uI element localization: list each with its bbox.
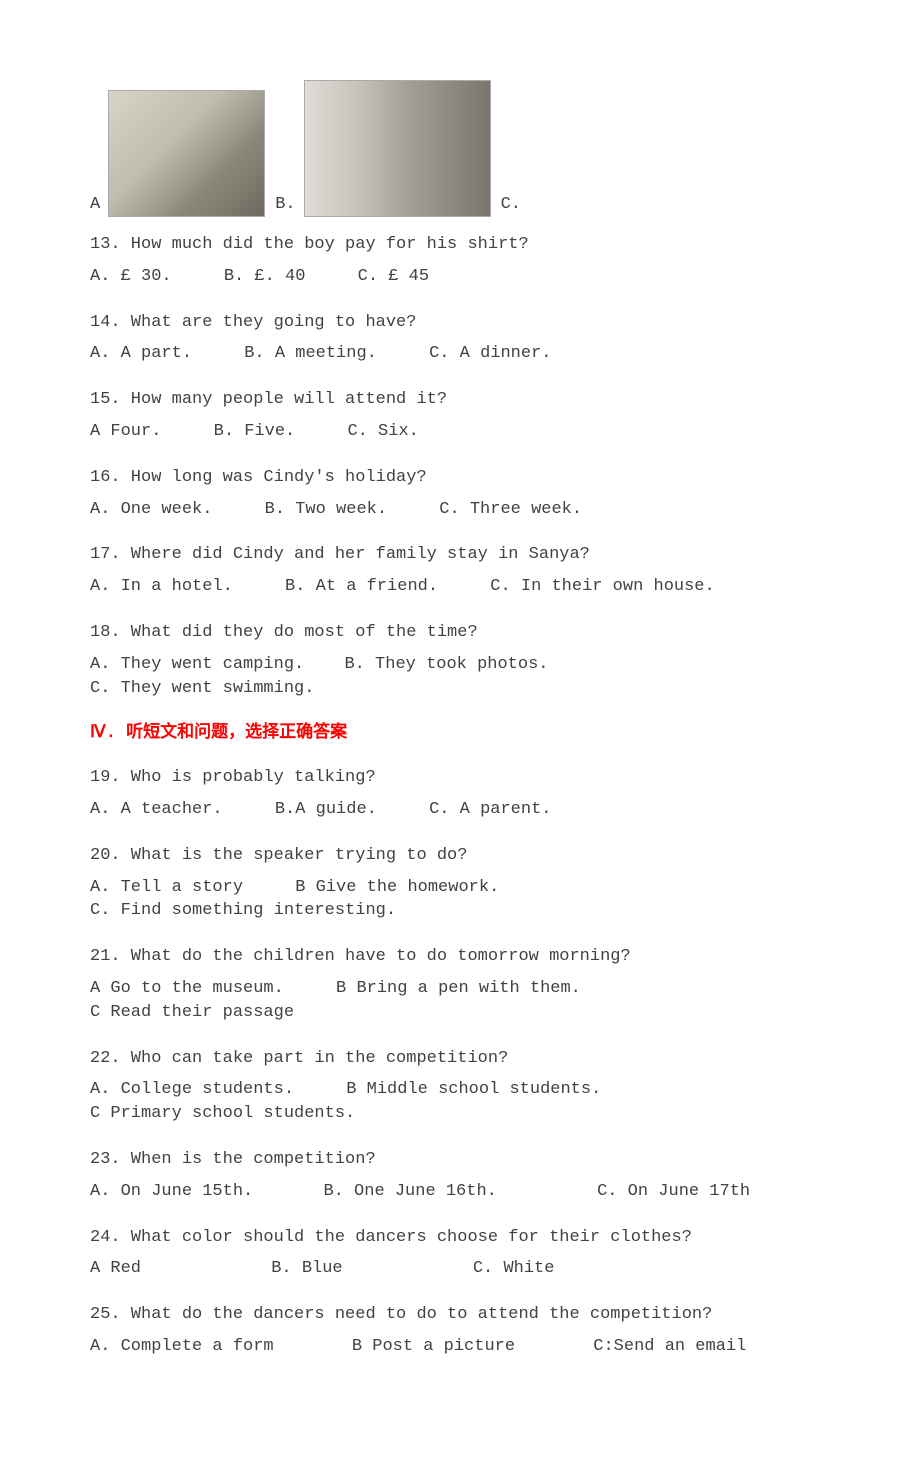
option-a: A. A teacher. bbox=[90, 798, 223, 822]
option-b: B. They took photos. bbox=[344, 653, 548, 677]
question-18: 18. What did they do most of the time? A… bbox=[90, 621, 830, 700]
question-14: 14. What are they going to have? A. A pa… bbox=[90, 311, 830, 367]
question-21: 21. What do the children have to do tomo… bbox=[90, 945, 830, 1024]
option-a: A. One week. bbox=[90, 498, 212, 522]
option-a: A Go to the museum. bbox=[90, 977, 284, 1001]
question-prompt: 17. Where did Cindy and her family stay … bbox=[90, 543, 830, 567]
option-c: C. They went swimming. bbox=[90, 677, 314, 701]
question-prompt: 24. What color should the dancers choose… bbox=[90, 1226, 830, 1250]
image-label-b: B. bbox=[275, 193, 295, 217]
question-22: 22. Who can take part in the competition… bbox=[90, 1047, 830, 1126]
question-options: A. £ 30. B. £. 40 C. £ 45 bbox=[90, 265, 830, 289]
question-16: 16. How long was Cindy's holiday? A. One… bbox=[90, 466, 830, 522]
option-c: C. Three week. bbox=[439, 498, 582, 522]
question-24: 24. What color should the dancers choose… bbox=[90, 1226, 830, 1282]
question-prompt: 23. When is the competition? bbox=[90, 1148, 830, 1172]
question-options: A. A teacher. B.A guide. C. A parent. bbox=[90, 798, 830, 822]
window-scene-image-icon bbox=[304, 80, 491, 217]
option-a: A. College students. bbox=[90, 1078, 294, 1102]
option-b: B. £. 40 bbox=[224, 265, 306, 289]
option-c: C. £ 45 bbox=[358, 265, 429, 289]
option-c: C. On June 17th bbox=[597, 1180, 750, 1204]
question-15: 15. How many people will attend it? A Fo… bbox=[90, 388, 830, 444]
question-prompt: 20. What is the speaker trying to do? bbox=[90, 844, 830, 868]
image-label-c: C. bbox=[501, 193, 521, 217]
option-a: A. In a hotel. bbox=[90, 575, 233, 599]
option-a: A. Complete a form bbox=[90, 1335, 274, 1359]
question-prompt: 22. Who can take part in the competition… bbox=[90, 1047, 830, 1071]
option-a: A. Tell a story bbox=[90, 876, 243, 900]
question-23: 23. When is the competition? A. On June … bbox=[90, 1148, 830, 1204]
option-b: B. Five. bbox=[214, 420, 296, 444]
question-20: 20. What is the speaker trying to do? A.… bbox=[90, 844, 830, 923]
question-prompt: 21. What do the children have to do tomo… bbox=[90, 945, 830, 969]
question-options: A. On June 15th. B. One June 16th. C. On… bbox=[90, 1180, 830, 1204]
option-b: B Bring a pen with them. bbox=[336, 977, 581, 1001]
option-c: C Primary school students. bbox=[90, 1102, 355, 1126]
question-13: 13. How much did the boy pay for his shi… bbox=[90, 233, 830, 289]
question-prompt: 15. How many people will attend it? bbox=[90, 388, 830, 412]
question-options: A Four. B. Five. C. Six. bbox=[90, 420, 830, 444]
question-options: A. Tell a story B Give the homework. C. … bbox=[90, 876, 830, 924]
option-a: A. On June 15th. bbox=[90, 1180, 253, 1204]
option-c: C:Send an email bbox=[593, 1335, 746, 1359]
option-c: C. White bbox=[473, 1257, 555, 1281]
option-b: B. Blue bbox=[271, 1257, 342, 1281]
option-b: B Post a picture bbox=[352, 1335, 515, 1359]
option-b: B. A meeting. bbox=[244, 342, 377, 366]
image-option-c: C. bbox=[501, 193, 529, 217]
option-b: B. Two week. bbox=[265, 498, 387, 522]
question-options: A Red B. Blue C. White bbox=[90, 1257, 830, 1281]
image-option-a: A bbox=[90, 90, 265, 217]
option-c: C Read their passage bbox=[90, 1001, 294, 1025]
option-b: B. One June 16th. bbox=[323, 1180, 496, 1204]
option-b: B. At a friend. bbox=[285, 575, 438, 599]
question-17: 17. Where did Cindy and her family stay … bbox=[90, 543, 830, 599]
option-a: A. £ 30. bbox=[90, 265, 172, 289]
question-prompt: 16. How long was Cindy's holiday? bbox=[90, 466, 830, 490]
question-options: A. Complete a form B Post a picture C:Se… bbox=[90, 1335, 830, 1359]
option-c: C. Six. bbox=[347, 420, 418, 444]
question-prompt: 25. What do the dancers need to do to at… bbox=[90, 1303, 830, 1327]
option-c: C. In their own house. bbox=[490, 575, 714, 599]
option-b: B Give the homework. bbox=[295, 876, 499, 900]
option-b: B Middle school students. bbox=[346, 1078, 601, 1102]
option-c: C. A dinner. bbox=[429, 342, 551, 366]
question-options: A. A part. B. A meeting. C. A dinner. bbox=[90, 342, 830, 366]
question-prompt: 13. How much did the boy pay for his shi… bbox=[90, 233, 830, 257]
question-options: A. One week. B. Two week. C. Three week. bbox=[90, 498, 830, 522]
question-options: A. They went camping. B. They took photo… bbox=[90, 653, 830, 701]
option-b: B.A guide. bbox=[275, 798, 377, 822]
image-option-b: B. bbox=[275, 80, 490, 217]
question-19: 19. Who is probably talking? A. A teache… bbox=[90, 766, 830, 822]
question-prompt: 14. What are they going to have? bbox=[90, 311, 830, 335]
question-options: A. College students. B Middle school stu… bbox=[90, 1078, 830, 1126]
option-c: C. Find something interesting. bbox=[90, 899, 396, 923]
option-a: A Red bbox=[90, 1257, 141, 1281]
conversation-image-icon bbox=[108, 90, 265, 217]
option-a: A. A part. bbox=[90, 342, 192, 366]
option-c: C. A parent. bbox=[429, 798, 551, 822]
section-heading-iv: Ⅳ. 听短文和问题，选择正确答案 bbox=[90, 722, 830, 746]
question-options: A. In a hotel. B. At a friend. C. In the… bbox=[90, 575, 830, 599]
option-a: A Four. bbox=[90, 420, 161, 444]
question-prompt: 18. What did they do most of the time? bbox=[90, 621, 830, 645]
image-label-a: A bbox=[90, 193, 100, 217]
question-25: 25. What do the dancers need to do to at… bbox=[90, 1303, 830, 1359]
question-prompt: 19. Who is probably talking? bbox=[90, 766, 830, 790]
answer-image-row: A B. C. bbox=[90, 80, 830, 217]
option-a: A. They went camping. bbox=[90, 653, 304, 677]
question-options: A Go to the museum. B Bring a pen with t… bbox=[90, 977, 830, 1025]
